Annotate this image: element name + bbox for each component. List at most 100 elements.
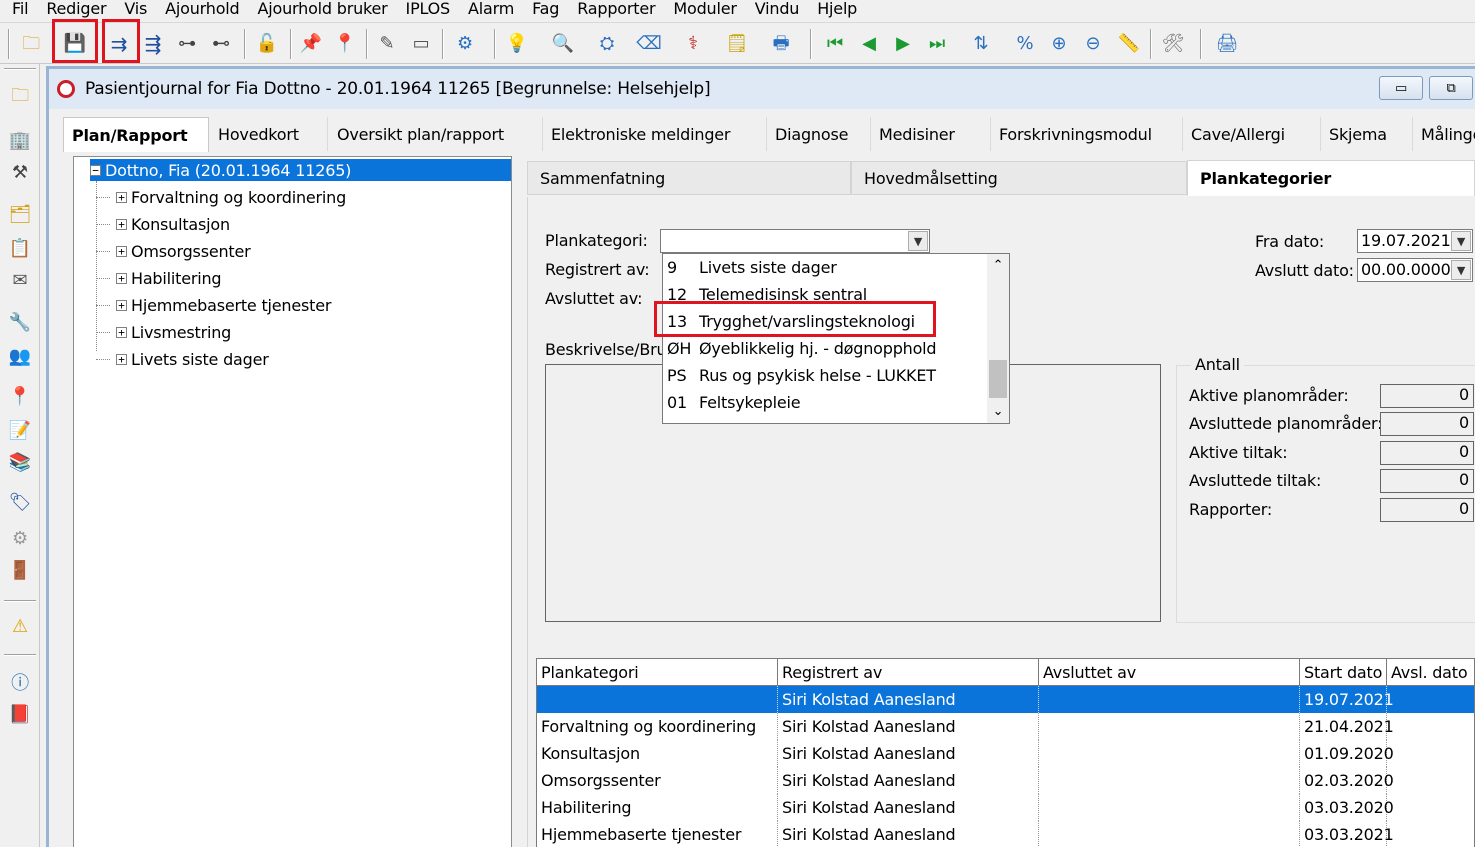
wrench-icon[interactable]: 🔧	[6, 308, 34, 336]
column-header-start-dato[interactable]: Start dato	[1300, 659, 1387, 686]
tree-node-omsorgssenter[interactable]: + Omsorgssenter	[116, 240, 251, 262]
first-record-icon[interactable]: ⏮	[820, 29, 850, 59]
next-record-icon[interactable]: ▶	[888, 29, 918, 59]
scroll-up-icon[interactable]: ⌃	[987, 254, 1009, 276]
sort-icon[interactable]: ⇅	[966, 29, 996, 59]
expand-icon[interactable]: +	[116, 218, 127, 230]
tree-node-habilitering[interactable]: + Habilitering	[116, 267, 222, 289]
subtab-hovedmalsetting[interactable]: Hovedmålsetting	[851, 161, 1187, 195]
card-icon[interactable]: ▭	[406, 29, 436, 59]
avslutt-dato-picker[interactable]: 00.00.0000 ▼	[1357, 258, 1473, 282]
lock-icon[interactable]: 🔓	[252, 29, 282, 59]
menu-vis[interactable]: Vis	[115, 0, 156, 18]
menu-ajourhold-bruker[interactable]: Ajourhold bruker	[249, 0, 397, 18]
minimize-button[interactable]: ▭	[1379, 76, 1423, 100]
expand-icon[interactable]: +	[116, 353, 127, 365]
scroll-down-icon[interactable]: ⌄	[987, 400, 1009, 422]
medical-icon[interactable]: ⚕	[678, 29, 708, 59]
dropdown-option[interactable]: PS Rus og psykisk helse - LUKKET	[665, 362, 985, 389]
column-header-avsluttet-av[interactable]: Avsluttet av	[1039, 659, 1300, 686]
pin-icon[interactable]: 📌	[296, 29, 326, 59]
menu-vindu[interactable]: Vindu	[746, 0, 808, 18]
tab-oversikt-plan-rapport[interactable]: Oversikt plan/rapport	[329, 117, 543, 151]
zoom-out-icon[interactable]: ⊖	[1078, 29, 1108, 59]
eraser-icon[interactable]: ⌫	[634, 29, 664, 59]
chevron-down-icon[interactable]: ▼	[1451, 260, 1471, 280]
dropdown-scrollbar[interactable]: ⌃ ⌄	[987, 254, 1009, 423]
tab-elektroniske-meldinger[interactable]: Elektroniske meldinger	[543, 117, 767, 151]
tree-root-node[interactable]: − Dottno, Fia (20.01.1964 11265)	[90, 159, 511, 181]
menu-ajourhold[interactable]: Ajourhold	[156, 0, 248, 18]
subtab-sammenfatning[interactable]: Sammenfatning	[527, 161, 851, 195]
lightbulb-icon[interactable]: 💡	[502, 29, 532, 59]
restore-button[interactable]: ⧉	[1429, 76, 1473, 100]
tab-diagnose[interactable]: Diagnose	[767, 117, 871, 151]
menu-hjelp[interactable]: Hjelp	[808, 0, 866, 18]
pin-multi-icon[interactable]: 📍	[330, 29, 360, 59]
fra-dato-picker[interactable]: 19.07.2021 ▼	[1357, 229, 1473, 253]
help-icon[interactable]: ⓘ	[6, 668, 34, 696]
collapse-icon[interactable]: −	[90, 164, 101, 176]
tree-node-konsultasjon[interactable]: + Konsultasjon	[116, 213, 230, 235]
dropdown-option[interactable]: 01 Feltsykepleie	[665, 389, 985, 416]
users-icon[interactable]: 👥	[6, 342, 34, 370]
move-branch-down-icon[interactable]: ⊷	[206, 29, 236, 59]
tab-medisiner[interactable]: Medisiner	[871, 117, 991, 151]
expand-icon[interactable]: +	[116, 299, 127, 311]
outdent-icon[interactable]: ⇶	[138, 29, 168, 59]
expand-icon[interactable]: +	[116, 326, 127, 338]
last-record-icon[interactable]: ⏭	[922, 29, 952, 59]
tab-skjema[interactable]: Skjema	[1321, 117, 1413, 151]
table-row[interactable]: Hjemmebaserte tjenester Siri Kolstad Aan…	[537, 821, 1474, 847]
open-folder-icon[interactable]: 🗀	[16, 29, 46, 59]
tag-icon[interactable]: 🏷	[6, 488, 34, 516]
table-row[interactable]: Konsultasjon Siri Kolstad Aanesland 01.0…	[537, 740, 1474, 767]
book-icon[interactable]: 📕	[6, 700, 34, 728]
percent-icon[interactable]: %	[1010, 29, 1040, 59]
tree-node-livsmestring[interactable]: + Livsmestring	[116, 321, 231, 343]
warning-icon[interactable]: ⚠	[6, 612, 34, 640]
tree-node-forvaltning[interactable]: + Forvaltning og koordinering	[116, 186, 346, 208]
table-row[interactable]: Habilitering Siri Kolstad Aanesland 03.0…	[537, 794, 1474, 821]
books-icon[interactable]: 📚	[6, 448, 34, 476]
menu-alarm[interactable]: Alarm	[459, 0, 523, 18]
exit-door-icon[interactable]: 🚪	[6, 556, 34, 584]
tab-hovedkort[interactable]: Hovedkort	[210, 117, 328, 151]
tab-plan-rapport[interactable]: Plan/Rapport	[63, 117, 209, 152]
column-header-registrert-av[interactable]: Registrert av	[778, 659, 1039, 686]
menu-fag[interactable]: Fag	[523, 0, 568, 18]
tab-malinger[interactable]: Målinge	[1413, 117, 1475, 151]
search-icon[interactable]: 🔍	[548, 29, 578, 59]
tools-icon[interactable]: 🛠	[1158, 29, 1188, 59]
scroll-thumb[interactable]	[989, 360, 1007, 398]
menu-iplos[interactable]: IPLOS	[397, 0, 459, 18]
menu-rapporter[interactable]: Rapporter	[568, 0, 664, 18]
chevron-down-icon[interactable]: ▼	[1451, 231, 1471, 251]
pin-icon[interactable]: 📍	[6, 382, 34, 410]
ruler-icon[interactable]: 📏	[1114, 29, 1144, 59]
edit-document-icon[interactable]: 📝	[6, 416, 34, 444]
pen-icon[interactable]: ✎	[372, 29, 402, 59]
tree-node-hjemmebaserte[interactable]: + Hjemmebaserte tjenester	[116, 294, 331, 316]
menu-fil[interactable]: Fil	[0, 0, 37, 18]
table-row[interactable]: Omsorgssenter Siri Kolstad Aanesland 02.…	[537, 767, 1474, 794]
plankategori-combo[interactable]: ▼	[660, 229, 930, 253]
tab-forskrivningsmodul[interactable]: Forskrivningsmodul	[991, 117, 1183, 151]
table-row[interactable]: Forvaltning og koordinering Siri Kolstad…	[537, 713, 1474, 740]
gear-icon[interactable]: ⚙	[6, 524, 34, 552]
binoculars-icon[interactable]: ⛭	[592, 29, 622, 59]
gear-globe-icon[interactable]: ⚙	[450, 29, 480, 59]
expand-icon[interactable]: +	[116, 245, 127, 257]
previous-record-icon[interactable]: ◀	[854, 29, 884, 59]
dropdown-option[interactable]: ØH Øyeblikkelig hj. - døgnopphold	[665, 335, 985, 362]
column-header-plankategori[interactable]: Plankategori	[537, 659, 778, 686]
menu-rediger[interactable]: Rediger	[37, 0, 115, 18]
chevron-down-icon[interactable]: ▼	[908, 231, 928, 251]
folders-icon[interactable]: 🗂	[6, 200, 34, 228]
subtab-plankategorier[interactable]: Plankategorier	[1187, 160, 1475, 196]
envelope-icon[interactable]: ✉	[6, 266, 34, 294]
tab-cave-allergi[interactable]: Cave/Allergi	[1183, 117, 1321, 151]
notepad-icon[interactable]: 🗒	[722, 29, 752, 59]
building-icon[interactable]: 🏢	[6, 126, 34, 154]
tree-node-livets-siste-dager[interactable]: + Livets siste dager	[116, 348, 269, 370]
